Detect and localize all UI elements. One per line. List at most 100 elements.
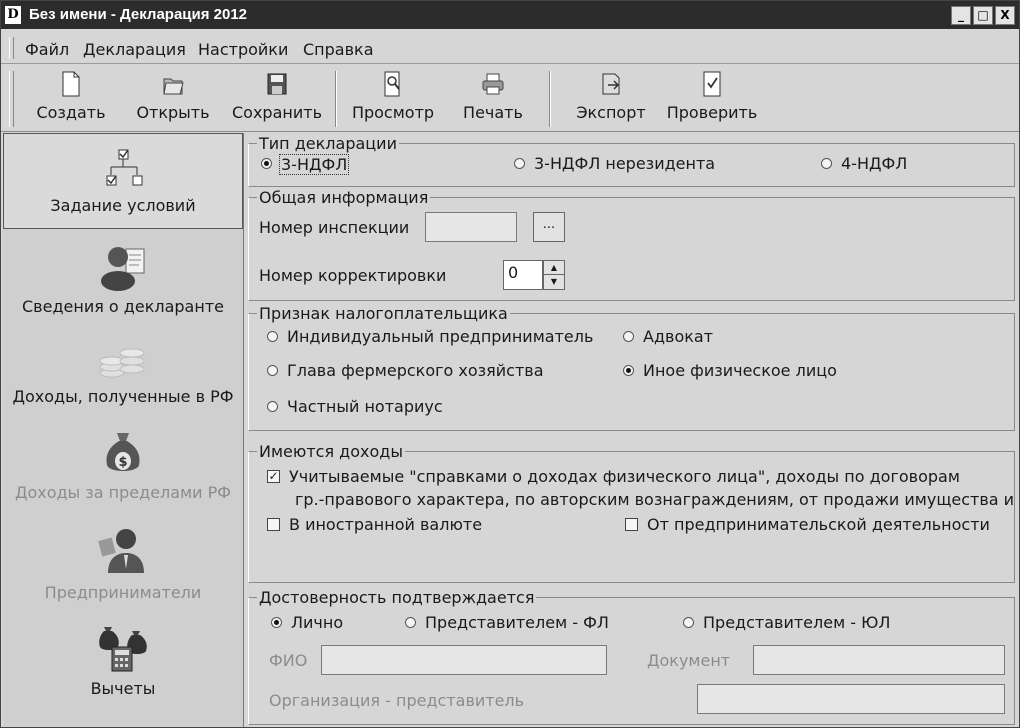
checkbox-business-income[interactable] <box>625 518 638 531</box>
create-label: Создать <box>36 103 106 122</box>
radio-farm-head-label[interactable]: Глава фермерского хозяйства <box>287 361 544 380</box>
certificates-income-label-line2[interactable]: гр.-правового характера, по авторским во… <box>295 490 1019 509</box>
svg-text:$: $ <box>118 455 127 470</box>
radio-4ndfl-label[interactable]: 4-НДФЛ <box>841 154 907 173</box>
maximize-button[interactable]: □ <box>973 6 993 25</box>
menu-declaration[interactable]: Декларация <box>83 40 186 59</box>
spin-up-icon[interactable]: ▲ <box>544 261 564 275</box>
menu-settings[interactable]: Настройки <box>198 40 288 59</box>
close-button[interactable]: X <box>995 6 1015 25</box>
correction-number-label: Номер корректировки <box>259 266 447 285</box>
application-window: D Без имени - Декларация 2012 _ □ X Файл… <box>0 0 1020 728</box>
preview-magnifier-icon <box>384 71 400 97</box>
sidebar-label-income-abroad: Доходы за пределами РФ <box>14 483 232 502</box>
sidebar-label-income-rf: Доходы, полученные в РФ <box>12 387 234 406</box>
radio-4ndfl[interactable] <box>821 158 832 169</box>
fio-input[interactable] <box>321 645 607 675</box>
tree-checklist-icon <box>106 149 143 186</box>
minimize-button[interactable]: _ <box>951 6 971 25</box>
radio-3ndfl-label[interactable]: 3-НДФЛ <box>279 154 350 175</box>
sidebar-item-declarant[interactable]: Сведения о декларанте <box>3 241 243 316</box>
open-label: Открыть <box>136 103 210 122</box>
save-label: Сохранить <box>232 103 322 122</box>
radio-lawyer-label[interactable]: Адвокат <box>643 327 713 346</box>
print-button[interactable]: Печать <box>453 71 533 122</box>
preview-button[interactable]: Просмотр <box>345 71 441 122</box>
declaration-type-legend: Тип декларации <box>257 134 399 153</box>
radio-3ndfl[interactable] <box>261 158 272 169</box>
radio-representative-individual-label[interactable]: Представителем - ФЛ <box>425 613 609 632</box>
radio-individual-entrepreneur-label[interactable]: Индивидуальный предприниматель <box>287 327 593 346</box>
radio-farm-head[interactable] <box>267 365 278 376</box>
sidebar-item-deductions[interactable]: Вычеты <box>3 621 243 698</box>
toolbar: Создать Открыть Сохранить Просмотр Печат… <box>1 65 1019 132</box>
check-label: Проверить <box>666 103 758 122</box>
preview-label: Просмотр <box>351 103 435 122</box>
sidebar-label-conditions: Задание условий <box>50 196 196 215</box>
toolbar-grip <box>9 71 14 127</box>
person-document-icon <box>101 247 145 291</box>
new-document-icon <box>62 71 80 97</box>
organization-input[interactable] <box>697 684 1005 714</box>
inspection-number-label: Номер инспекции <box>259 218 410 237</box>
taxpayer-type-group: Признак налогоплательщика Индивидуальный… <box>248 304 1015 431</box>
radio-notary-label[interactable]: Частный нотариус <box>287 397 443 416</box>
radio-lawyer[interactable] <box>623 331 634 342</box>
sidebar-label-entrepreneurs: Предприниматели <box>44 583 202 602</box>
print-label: Печать <box>463 103 523 122</box>
spin-down-icon[interactable]: ▼ <box>544 275 564 289</box>
checklist-icon <box>703 71 721 97</box>
menu-bar: Файл Декларация Настройки Справка <box>1 31 1019 64</box>
open-button[interactable]: Открыть <box>133 71 213 122</box>
money-bag-icon: $ <box>106 433 140 471</box>
fio-label: ФИО <box>269 651 308 670</box>
create-button[interactable]: Создать <box>31 71 111 122</box>
declaration-type-group: Тип декларации 3-НДФЛ 3-НДФЛ нерезидента… <box>248 134 1015 187</box>
radio-other-individual[interactable] <box>623 365 634 376</box>
export-label: Экспорт <box>576 103 646 122</box>
radio-other-individual-label[interactable]: Иное физическое лицо <box>643 361 837 380</box>
radio-representative-legal-label[interactable]: Представителем - ЮЛ <box>703 613 890 632</box>
inspection-number-input[interactable] <box>425 212 517 242</box>
checkbox-certificates-income[interactable]: ✓ <box>267 470 280 483</box>
document-label: Документ <box>647 651 731 670</box>
radio-3ndfl-nonresident-label[interactable]: 3-НДФЛ нерезидента <box>534 154 715 173</box>
inspection-browse-button[interactable]: ... <box>533 212 565 242</box>
save-button[interactable]: Сохранить <box>229 71 325 122</box>
certificates-income-label-line1[interactable]: Учитываемые "справками о доходах физичес… <box>289 467 960 486</box>
menu-help[interactable]: Справка <box>303 40 374 59</box>
correction-number-input[interactable]: 0 <box>503 260 543 290</box>
organization-label: Организация - представитель <box>269 691 525 710</box>
document-input[interactable] <box>753 645 1005 675</box>
income-legend: Имеются доходы <box>257 442 405 461</box>
radio-notary[interactable] <box>267 401 278 412</box>
sidebar-item-income-abroad[interactable]: $ Доходы за пределами РФ <box>3 429 243 502</box>
toolbar-separator <box>549 71 551 127</box>
sidebar-item-income-rf[interactable]: Доходы, полученные в РФ <box>3 339 243 406</box>
window-title: Без имени - Декларация 2012 <box>29 6 248 23</box>
radio-representative-legal[interactable] <box>683 617 694 628</box>
foreign-currency-label[interactable]: В иностранной валюте <box>289 515 482 534</box>
correction-spinner[interactable]: ▲ ▼ <box>543 260 565 290</box>
menu-file[interactable]: Файл <box>25 40 69 59</box>
business-income-label[interactable]: От предпринимательской деятельности <box>647 515 990 534</box>
income-group: Имеются доходы ✓ Учитываемые "справками … <box>248 442 1019 583</box>
radio-3ndfl-nonresident[interactable] <box>514 158 525 169</box>
sidebar-item-conditions[interactable]: Задание условий <box>3 133 243 229</box>
printer-icon <box>482 73 504 95</box>
calculator-bags-icon <box>99 627 147 672</box>
export-document-icon <box>602 73 620 95</box>
radio-individual-entrepreneur[interactable] <box>267 331 278 342</box>
radio-in-person-label[interactable]: Лично <box>291 613 343 632</box>
radio-representative-individual[interactable] <box>405 617 416 628</box>
check-button[interactable]: Проверить <box>663 71 761 122</box>
toolbar-separator <box>335 71 337 127</box>
export-button[interactable]: Экспорт <box>569 71 653 122</box>
sidebar-label-declarant: Сведения о декларанте <box>22 297 224 316</box>
confirmation-legend: Достоверность подтверждается <box>257 588 537 607</box>
radio-in-person[interactable] <box>271 617 282 628</box>
coins-stack-icon <box>99 348 145 378</box>
checkbox-foreign-currency[interactable] <box>267 518 280 531</box>
sidebar-item-entrepreneurs[interactable]: Предприниматели <box>3 523 243 602</box>
title-bar[interactable]: D Без имени - Декларация 2012 _ □ X <box>1 1 1019 29</box>
